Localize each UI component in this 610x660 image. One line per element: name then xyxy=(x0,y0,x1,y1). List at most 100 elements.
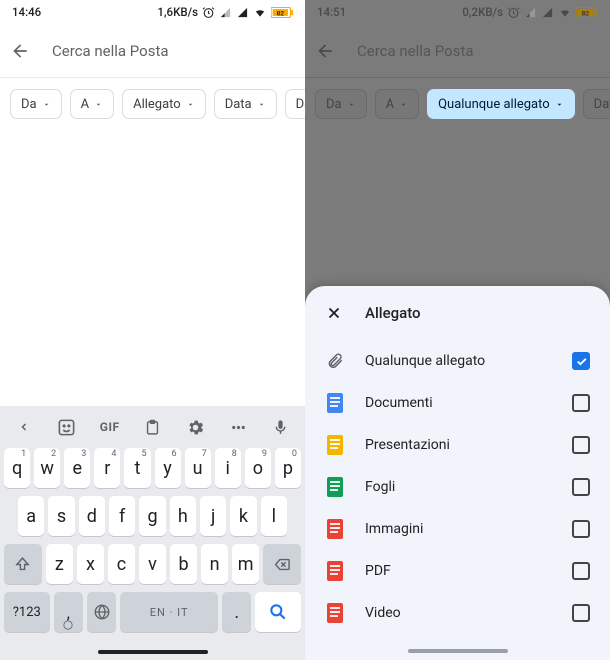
search-input[interactable]: Cerca nella Posta xyxy=(357,42,474,60)
key-i[interactable]: i8 xyxy=(215,448,241,488)
nav-bar[interactable] xyxy=(0,644,305,660)
doc-icon xyxy=(327,435,343,455)
checkbox[interactable] xyxy=(572,436,590,454)
close-button[interactable] xyxy=(323,302,345,324)
filter-chip[interactable]: A xyxy=(70,89,114,119)
gif-button[interactable]: GIF xyxy=(92,409,128,445)
filter-chip[interactable]: Da leg xyxy=(285,89,305,119)
key-h[interactable]: h xyxy=(170,496,196,536)
key-b[interactable]: b xyxy=(170,544,197,584)
sheet-item[interactable]: Fogli xyxy=(305,466,610,508)
key-t[interactable]: t5 xyxy=(124,448,150,488)
key-u[interactable]: u7 xyxy=(185,448,211,488)
key-a[interactable]: a xyxy=(18,496,44,536)
chevron-down-icon xyxy=(347,100,356,109)
alarm-icon xyxy=(202,6,215,19)
key-c[interactable]: c xyxy=(108,544,135,584)
sheet-item-label: Qualunque allegato xyxy=(365,353,552,369)
key-period[interactable]: . xyxy=(222,592,251,632)
sheet-item[interactable]: Documenti xyxy=(305,382,610,424)
key-space[interactable]: EN · IT xyxy=(120,592,218,632)
back-button[interactable] xyxy=(8,39,32,63)
sheet-item[interactable]: Presentazioni xyxy=(305,424,610,466)
sticker-icon[interactable] xyxy=(49,409,85,445)
signal-icon xyxy=(236,7,249,18)
key-j[interactable]: j xyxy=(200,496,226,536)
battery-icon: 82 xyxy=(271,7,293,18)
sheet-list: Qualunque allegato Documenti Presentazioni… xyxy=(305,340,610,642)
key-k[interactable]: k xyxy=(230,496,256,536)
filter-chip[interactable]: A xyxy=(375,89,419,119)
key-shift[interactable] xyxy=(4,544,42,584)
svg-text:82: 82 xyxy=(276,9,284,17)
sheet-item-label: Video xyxy=(365,605,552,621)
keyboard-row-4: ?123 , EN · IT . xyxy=(4,592,301,632)
filter-chip[interactable]: Qualunque allegato xyxy=(427,89,575,119)
key-search[interactable] xyxy=(255,592,301,632)
doc-icon xyxy=(327,519,343,539)
checkbox-checked[interactable] xyxy=(572,352,590,370)
filter-chip[interactable]: Da xyxy=(315,89,367,119)
back-button[interactable] xyxy=(313,39,337,63)
key-f[interactable]: f xyxy=(109,496,135,536)
checkbox[interactable] xyxy=(572,394,590,412)
sheet-item[interactable]: PDF xyxy=(305,550,610,592)
search-bar: Cerca nella Posta xyxy=(0,24,305,78)
key-comma[interactable]: , xyxy=(54,592,83,632)
key-s[interactable]: s xyxy=(48,496,74,536)
settings-icon[interactable] xyxy=(177,409,213,445)
key-q[interactable]: q1 xyxy=(4,448,30,488)
sheet-item[interactable]: Video xyxy=(305,592,610,634)
key-p[interactable]: p0 xyxy=(275,448,301,488)
filter-chip[interactable]: Data xyxy=(583,89,610,119)
svg-text:82: 82 xyxy=(581,9,589,17)
key-d[interactable]: d xyxy=(79,496,105,536)
key-g[interactable]: g xyxy=(139,496,165,536)
key-e[interactable]: e3 xyxy=(64,448,90,488)
mic-icon[interactable] xyxy=(263,409,299,445)
key-n[interactable]: n xyxy=(201,544,228,584)
filter-chip[interactable]: Data xyxy=(214,89,277,119)
key-r[interactable]: r4 xyxy=(94,448,120,488)
more-icon[interactable] xyxy=(220,409,256,445)
checkbox[interactable] xyxy=(572,604,590,622)
checkbox[interactable] xyxy=(572,520,590,538)
nav-bar[interactable] xyxy=(305,642,610,660)
filter-chip[interactable]: Allegato xyxy=(122,89,206,119)
key-lang[interactable] xyxy=(87,592,116,632)
key-y[interactable]: y6 xyxy=(155,448,181,488)
key-l[interactable]: l xyxy=(261,496,287,536)
sheet-item-label: Documenti xyxy=(365,395,552,411)
filter-chips: Da A Allegato Data Da leg xyxy=(0,78,305,130)
checkbox[interactable] xyxy=(572,478,590,496)
key-o[interactable]: o9 xyxy=(245,448,271,488)
search-input[interactable]: Cerca nella Posta xyxy=(52,42,169,60)
statusbar: 14:46 1,6KB/s 82 xyxy=(0,0,305,24)
sheet-item[interactable]: Qualunque allegato xyxy=(305,340,610,382)
doc-icon xyxy=(327,393,343,413)
keyboard-row-2: asdfghjkl xyxy=(4,496,301,536)
doc-icon xyxy=(327,477,343,497)
sheet-item[interactable]: Immagini xyxy=(305,508,610,550)
key-x[interactable]: x xyxy=(77,544,104,584)
chip-label: A xyxy=(81,97,89,112)
signal-icon xyxy=(219,7,232,18)
kb-expand-button[interactable] xyxy=(6,409,42,445)
clipboard-icon[interactable] xyxy=(134,409,170,445)
checkbox[interactable] xyxy=(572,562,590,580)
key-z[interactable]: z xyxy=(46,544,73,584)
keyboard: GIF q1w2e3r4t5y6u7i8o9p0 asdfghjkl zxcvb… xyxy=(0,406,305,660)
chip-label: Qualunque allegato xyxy=(438,97,550,112)
battery-icon: 82 xyxy=(576,7,598,18)
status-right: 0,2KB/s 82 xyxy=(462,5,598,19)
sheet-header: Allegato xyxy=(305,286,610,340)
key-m[interactable]: m xyxy=(232,544,259,584)
chevron-down-icon xyxy=(399,100,408,109)
chevron-down-icon xyxy=(257,100,266,109)
key-symbols[interactable]: ?123 xyxy=(4,592,50,632)
filter-chip[interactable]: Da xyxy=(10,89,62,119)
key-backspace[interactable] xyxy=(263,544,301,584)
key-w[interactable]: w2 xyxy=(34,448,60,488)
sheet-item-label: PDF xyxy=(365,563,552,579)
key-v[interactable]: v xyxy=(139,544,166,584)
